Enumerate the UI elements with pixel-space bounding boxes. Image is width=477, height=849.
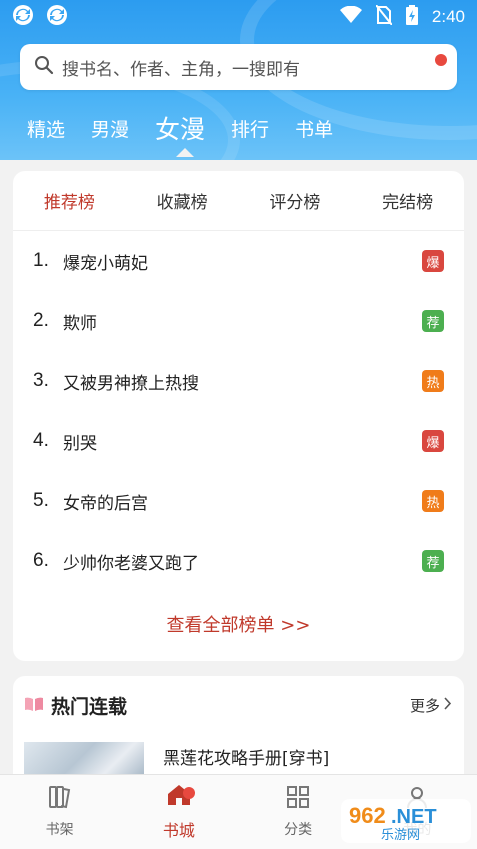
section-title: 热门连载 [51, 695, 128, 718]
svg-text:.NET: .NET [391, 806, 437, 828]
tab-ranking[interactable]: 排行 [231, 115, 269, 142]
rank-badge: 爆 [422, 250, 444, 272]
open-book-icon [25, 696, 43, 715]
book-title: 又被男神撩上热搜 [63, 373, 199, 394]
book-title: 少帅你老婆又跑了 [63, 553, 199, 574]
book-title[interactable]: 黑莲花攻略手册[穿书] [163, 744, 329, 769]
tab-completed-rank[interactable]: 完结榜 [374, 188, 441, 213]
notification-dot [183, 787, 196, 799]
tab-female-comics[interactable]: 女漫 [155, 110, 205, 146]
status-time: 2:40 [431, 7, 465, 26]
tab-male-comics[interactable]: 男漫 [91, 115, 129, 142]
more-button[interactable]: 更多 [410, 695, 452, 716]
nav-bookstore[interactable]: 书城 [119, 775, 238, 849]
search-icon [34, 55, 54, 79]
rank-number: 2. [33, 310, 49, 331]
ranking-card: 推荐榜 收藏榜 评分榜 完结榜 1. 爆宠小萌妃 爆 2. 欺师 荐 3. 又被… [13, 171, 464, 661]
chevron-right-icon [444, 696, 452, 714]
search-bar[interactable]: 搜书名、作者、主角，一搜即有 [20, 44, 457, 90]
more-label: 更多 [409, 696, 440, 715]
rank-number: 1. [33, 250, 49, 271]
book-title: 爆宠小萌妃 [63, 253, 148, 274]
rank-badge: 荐 [422, 310, 444, 332]
tab-recommended-rank[interactable]: 推荐榜 [36, 188, 103, 213]
rank-tabs: 推荐榜 收藏榜 评分榜 完结榜 [13, 171, 464, 231]
no-sim-icon [375, 4, 393, 29]
list-item[interactable]: 2. 欺师 荐 [33, 291, 444, 351]
rank-badge: 荐 [422, 550, 444, 572]
tab-favorites-rank[interactable]: 收藏榜 [149, 188, 216, 213]
svg-text:962: 962 [349, 803, 386, 828]
grid-icon [286, 785, 310, 813]
rank-number: 4. [33, 430, 49, 451]
rank-badge: 热 [422, 490, 444, 512]
list-item[interactable]: 3. 又被男神撩上热搜 热 [33, 351, 444, 411]
list-item[interactable]: 6. 少帅你老婆又跑了 荐 [33, 531, 444, 591]
list-item[interactable]: 4. 别哭 爆 [33, 411, 444, 471]
book-cover[interactable] [24, 742, 144, 776]
book-title: 女帝的后宫 [63, 493, 148, 514]
nav-label: 书城 [162, 821, 195, 840]
sync-icon [12, 4, 34, 30]
nav-bookshelf[interactable]: 书架 [0, 775, 119, 849]
hot-serials-card: 热门连载 更多 黑莲花攻略手册[穿书] [13, 676, 464, 776]
tab-rating-rank[interactable]: 评分榜 [261, 188, 328, 213]
rank-badge: 爆 [422, 430, 444, 452]
channel-tabs: 精选 男漫 女漫 排行 书单 [0, 104, 477, 152]
battery-charging-icon [405, 5, 418, 29]
section-header: 热门连载 更多 [13, 676, 464, 734]
rank-number: 3. [33, 370, 49, 391]
nav-label: 分类 [284, 822, 313, 838]
book-title: 别哭 [63, 433, 97, 454]
tab-featured[interactable]: 精选 [27, 115, 65, 142]
rank-number: 6. [33, 550, 49, 571]
nav-category[interactable]: 分类 [239, 775, 358, 849]
tab-booklist[interactable]: 书单 [295, 115, 333, 142]
sync-icon [46, 4, 68, 30]
nav-label: 书架 [45, 822, 74, 838]
list-item[interactable]: 1. 爆宠小萌妃 爆 [33, 231, 444, 291]
book-title: 欺师 [63, 313, 97, 334]
bookshelf-icon [47, 785, 73, 813]
active-tab-indicator [176, 148, 194, 157]
wifi-icon [339, 5, 362, 28]
notification-dot [435, 54, 447, 66]
search-placeholder: 搜书名、作者、主角，一搜即有 [62, 59, 300, 80]
view-all-rankings-link[interactable]: 查看全部榜单 >> [13, 611, 464, 637]
rank-number: 5. [33, 490, 49, 511]
svg-text:乐游网: 乐游网 [381, 828, 420, 843]
status-bar: 2:40 [0, 0, 477, 34]
rank-badge: 热 [422, 370, 444, 392]
watermark-logo: 962 .NET 乐游网 [341, 797, 471, 845]
list-item[interactable]: 5. 女帝的后宫 热 [33, 471, 444, 531]
rank-list: 1. 爆宠小萌妃 爆 2. 欺师 荐 3. 又被男神撩上热搜 热 4. 别哭 爆… [13, 231, 464, 591]
